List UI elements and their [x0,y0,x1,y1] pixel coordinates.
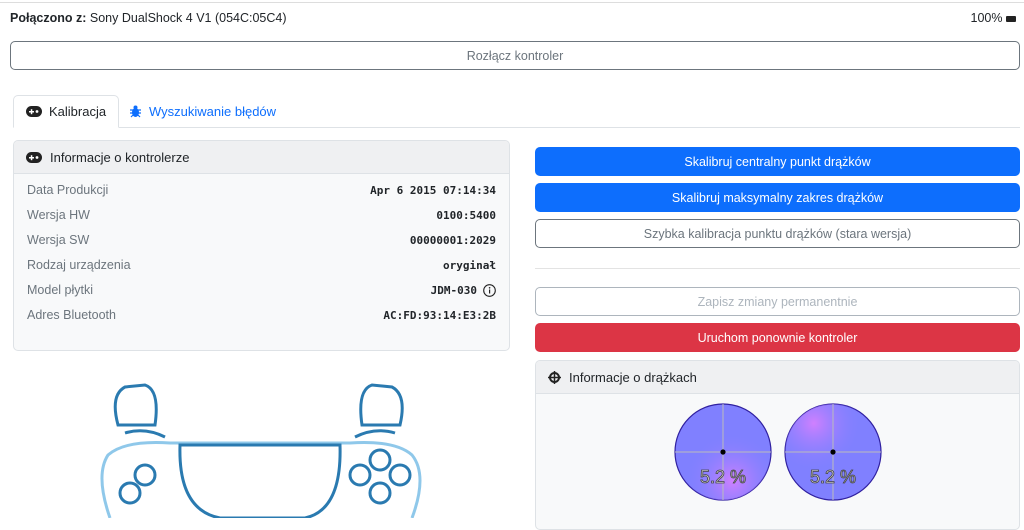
info-row: Wersja SW 00000001:2029 [27,230,496,250]
info-value: JDM-030 [430,283,477,297]
info-row: Rodzaj urządzenia oryginał [27,255,496,275]
calibrate-center-button[interactable]: Skalibruj centralny punkt drążków [535,147,1020,176]
info-label: Adres Bluetooth [27,308,116,322]
gamepad-icon [26,106,42,117]
battery-status: 100% [971,11,1016,25]
info-row: Adres Bluetooth AC:FD:93:14:E3:2B [27,305,496,325]
connected-label: Połączono z: [10,11,87,25]
info-label: Data Produkcji [27,183,109,197]
sticks-display: 5.2 % 5.2 % [674,403,882,501]
restart-controller-button[interactable]: Uruchom ponownie kontroler [535,323,1020,352]
tab-calibration[interactable]: Kalibracja [13,95,120,128]
info-label: Wersja SW [27,233,90,247]
info-value: AC:FD:93:14:E3:2B [383,308,496,322]
tab-label: Wyszukiwanie błędów [149,104,277,119]
connection-status: Połączono z: Sony DualShock 4 V1 (054C:0… [10,11,287,25]
stick-info-card: Informacje o drążkach 5.2 % 5.2 % [535,360,1020,530]
info-label: Rodzaj urządzenia [27,258,131,272]
calibrate-range-button[interactable]: Skalibruj maksymalny zakres drążków [535,183,1020,212]
quick-calibrate-button[interactable]: Szybka kalibracja punktu drążków (stara … [535,219,1020,248]
info-value: Apr 6 2015 07:14:34 [370,183,496,197]
save-permanent-button[interactable]: Zapisz zmiany permanentnie [535,287,1020,316]
info-value: 00000001:2029 [409,233,496,247]
tab-debugging[interactable]: Wyszukiwanie błędów [117,95,288,128]
tab-label: Kalibracja [49,104,107,119]
battery-level: 100% [970,11,1003,25]
info-label: Wersja HW [27,208,90,222]
info-value: 0100:5400 [436,208,496,222]
device-name: Sony DualShock 4 V1 (054C:05C4) [89,11,287,25]
right-stick-error: 5.2 % [810,467,856,487]
left-stick-circle: 5.2 % [674,403,772,501]
controller-info-card: Informacje o kontrolerze Data Produkcji A… [13,140,510,351]
info-row: Data Produkcji Apr 6 2015 07:14:34 [27,180,496,200]
controller-illustration [100,383,422,518]
info-icon[interactable] [483,283,496,297]
card-title: Informacje o kontrolerze [50,149,190,165]
top-border [0,0,1024,3]
info-value: oryginał [443,258,496,272]
card-title: Informacje o drążkach [569,369,697,385]
right-stick-circle: 5.2 % [784,403,882,501]
info-row: Wersja HW 0100:5400 [27,205,496,225]
battery-icon [1006,15,1016,22]
gamepad-icon [26,151,42,163]
divider [535,268,1020,269]
card-header: Informacje o kontrolerze [14,141,509,174]
disconnect-button[interactable]: Rozłącz kontroler [10,41,1020,70]
bug-icon [130,105,141,118]
tab-bar: Kalibracja Wyszukiwanie błędów [13,95,1020,128]
info-row: Model płytki JDM-030 [27,280,496,300]
card-header: Informacje o drążkach [536,361,1019,394]
info-label: Model płytki [27,283,93,297]
left-stick-error: 5.2 % [700,467,746,487]
crosshair-icon [548,370,561,384]
